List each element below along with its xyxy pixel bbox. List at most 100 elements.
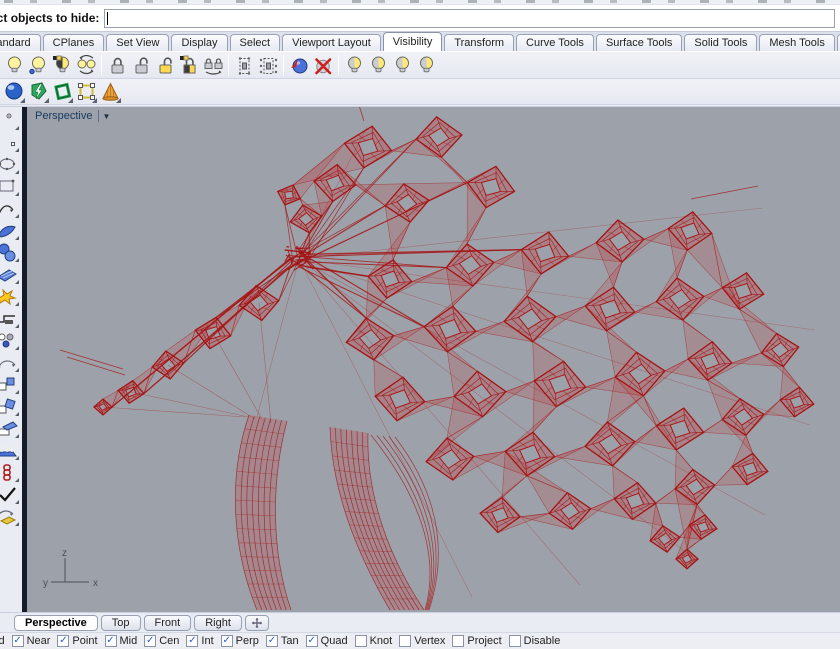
- checkbox-tan[interactable]: ✓: [266, 635, 278, 647]
- bulb-two-tone-icon: [368, 55, 389, 76]
- viewport-splitter-tab[interactable]: [245, 615, 269, 631]
- unlock-selected-button[interactable]: [153, 53, 177, 77]
- checkbox-quad[interactable]: ✓: [306, 635, 318, 647]
- sidebar-tool-rectangle[interactable]: [0, 176, 21, 198]
- viewport-canvas[interactable]: Perspective ▼ z y x: [27, 107, 840, 612]
- toolbar-tab-surface-tools[interactable]: Surface Tools: [596, 34, 682, 51]
- sidebar-tool-extrude[interactable]: [0, 418, 21, 440]
- toolbar-tab-visibility[interactable]: Visibility: [383, 32, 443, 51]
- sidebar-tool-flip-swap[interactable]: [0, 506, 21, 528]
- toolbar-tab-mesh-tools[interactable]: Mesh Tools: [759, 34, 834, 51]
- checkbox-cen[interactable]: ✓: [144, 635, 156, 647]
- toolbar-tab-standard[interactable]: Standard: [0, 34, 41, 51]
- flyout-triangle-icon: [15, 456, 19, 460]
- control-points-off-button[interactable]: [256, 53, 280, 77]
- swap-locked-button[interactable]: [177, 53, 201, 77]
- toolbar-tab-select[interactable]: Select: [230, 34, 281, 51]
- red-wireframe-mesh: [27, 107, 840, 612]
- sidebar-tool-move-copy[interactable]: [0, 374, 21, 396]
- sidebar-tool-spheres[interactable]: [0, 242, 21, 264]
- hide-objects-button[interactable]: [2, 53, 26, 77]
- sidebar-tool-arc-rebuild[interactable]: [0, 352, 21, 374]
- toolbar-tab-display[interactable]: Display: [171, 34, 227, 51]
- osnap-tan[interactable]: ✓Tan: [266, 635, 299, 647]
- flyout-triangle-icon: [15, 192, 19, 196]
- sidebar-tool-ellipse[interactable]: [0, 154, 21, 176]
- toolbar-tab-cplanes[interactable]: CPlanes: [43, 34, 105, 51]
- toolbar-tab-transform[interactable]: Transform: [444, 34, 514, 51]
- show-in-detail-button[interactable]: [311, 53, 335, 77]
- osnap-point[interactable]: ✓Point: [57, 635, 97, 647]
- lock-objects-button[interactable]: [105, 53, 129, 77]
- bulb-dot-icon: [28, 55, 49, 76]
- osnap-cen[interactable]: ✓Cen: [144, 635, 179, 647]
- chevron-down-icon[interactable]: ▼: [102, 112, 110, 121]
- sidebar-tool-step[interactable]: [0, 308, 21, 330]
- sidebar-tool-point[interactable]: [0, 110, 21, 132]
- osnap-vertex[interactable]: Vertex: [399, 635, 445, 647]
- render-preview-button[interactable]: [26, 80, 50, 104]
- control-points-on-button[interactable]: [232, 53, 256, 77]
- toolbar-tab-curve-tools[interactable]: Curve Tools: [516, 34, 594, 51]
- unisolate-lock-button[interactable]: [414, 53, 438, 77]
- sidebar-tool-patch-surface[interactable]: [0, 264, 21, 286]
- checkbox-disable[interactable]: [509, 635, 521, 647]
- unlock-objects-button[interactable]: [129, 53, 153, 77]
- osnap-int[interactable]: ✓Int: [186, 635, 213, 647]
- osnap-quad[interactable]: ✓Quad: [306, 635, 348, 647]
- toolbar-separator: [228, 55, 229, 75]
- lock-swap-arrows-button[interactable]: [201, 53, 225, 77]
- swap-hidden-button[interactable]: [50, 53, 74, 77]
- cone-primitive-button[interactable]: [98, 80, 122, 104]
- sidebar-tool-block-chain[interactable]: [0, 462, 21, 484]
- lock-icon: [107, 55, 128, 76]
- checkbox-near[interactable]: ✓: [12, 635, 24, 647]
- viewport-tab-top[interactable]: Top: [101, 615, 141, 631]
- flyout-triangle-icon: [15, 522, 19, 526]
- checkbox-vertex[interactable]: [399, 635, 411, 647]
- show-objects-button[interactable]: [26, 53, 50, 77]
- command-input[interactable]: [104, 9, 835, 28]
- toolbar-tab-viewport-layout[interactable]: Viewport Layout: [282, 34, 381, 51]
- viewport-tab-perspective[interactable]: Perspective: [14, 615, 98, 631]
- viewport-title-separator: [98, 110, 99, 122]
- ghosted-view-button[interactable]: [50, 80, 74, 104]
- viewport-tab-front[interactable]: Front: [144, 615, 192, 631]
- osnap-disable[interactable]: Disable: [509, 635, 561, 647]
- shaded-viewport-button[interactable]: [2, 80, 26, 104]
- osnap-knot[interactable]: Knot: [355, 635, 393, 647]
- sidebar-tool-explode[interactable]: [0, 286, 21, 308]
- isolate-objects-button[interactable]: [342, 53, 366, 77]
- sidebar-tool-polyline[interactable]: [0, 198, 21, 220]
- checkbox-project[interactable]: [452, 635, 464, 647]
- viewport-title[interactable]: Perspective ▼: [35, 110, 110, 122]
- secondary-toolbar: [0, 79, 840, 105]
- hide-in-detail-button[interactable]: [287, 53, 311, 77]
- osnap-mid[interactable]: ✓Mid: [105, 635, 138, 647]
- sidebar-tool-check-select[interactable]: [0, 484, 21, 506]
- osnap-project[interactable]: Project: [452, 635, 501, 647]
- viewport-title-label: Perspective: [35, 110, 98, 122]
- toolbar-tab-set-view[interactable]: Set View: [106, 34, 169, 51]
- checkbox-mid[interactable]: ✓: [105, 635, 117, 647]
- sidebar-tool-surface[interactable]: [0, 220, 21, 242]
- viewport-tab-right[interactable]: Right: [194, 615, 242, 631]
- osnap-end[interactable]: ✓End: [0, 635, 5, 647]
- checkbox-knot[interactable]: [355, 635, 367, 647]
- show-selected-button[interactable]: [74, 53, 98, 77]
- checkbox-point[interactable]: ✓: [57, 635, 69, 647]
- sidebar-tool-control-curve[interactable]: [0, 132, 21, 154]
- osnap-near[interactable]: ✓Near: [12, 635, 51, 647]
- osnap-perp[interactable]: ✓Perp: [221, 635, 259, 647]
- osnap-label: Cen: [159, 635, 179, 647]
- checkbox-int[interactable]: ✓: [186, 635, 198, 647]
- show-cv-button[interactable]: [74, 80, 98, 104]
- sidebar-tool-rotate[interactable]: [0, 396, 21, 418]
- toolbar-tab-solid-tools[interactable]: Solid Tools: [684, 34, 757, 51]
- checkbox-perp[interactable]: ✓: [221, 635, 233, 647]
- isolate-lock-button[interactable]: [390, 53, 414, 77]
- sidebar-tool-layer-dots[interactable]: [0, 330, 21, 352]
- sidebar-tool-array[interactable]: [0, 440, 21, 462]
- unisolate-objects-button[interactable]: [366, 53, 390, 77]
- flyout-triangle-icon: [44, 98, 49, 103]
